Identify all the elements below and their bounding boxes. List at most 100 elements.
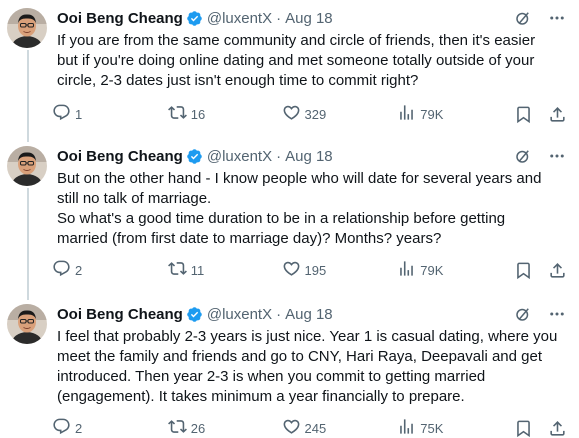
author-handle[interactable]: @luxentX xyxy=(207,10,272,27)
header-actions xyxy=(513,146,567,166)
author-name[interactable]: Ooi Beng Cheang xyxy=(57,148,183,165)
tweet-text-line: But on the other hand - I know people wh… xyxy=(57,170,542,187)
views-count: 79K xyxy=(420,262,444,278)
reply-button[interactable]: 2 xyxy=(52,417,168,438)
tweet-text-line: circle, 2-3 dates just isn't enough time… xyxy=(57,72,419,89)
tweet[interactable]: Ooi Beng Cheang @luxentX · Aug 18 But on… xyxy=(0,138,579,300)
reply-button[interactable]: 1 xyxy=(52,103,168,125)
author-handle[interactable]: @luxentX xyxy=(207,148,272,165)
tweet-date[interactable]: Aug 18 xyxy=(285,10,333,27)
tweet-header: Ooi Beng Cheang @luxentX · Aug 18 xyxy=(57,304,571,324)
repost-count: 16 xyxy=(190,106,206,122)
tweet-text-line: meet the family and friends and go to CN… xyxy=(57,348,542,365)
reply-count: 2 xyxy=(75,420,83,436)
verified-badge-icon xyxy=(186,10,203,27)
heart-icon xyxy=(282,417,301,438)
tweet[interactable]: Ooi Beng Cheang @luxentX · Aug 18 I feel… xyxy=(0,296,579,438)
share-icon[interactable] xyxy=(547,104,567,124)
reply-icon xyxy=(52,417,71,438)
tweet-text-line: So what's a good time duration to be in … xyxy=(57,210,506,227)
heart-icon xyxy=(282,103,301,125)
tweet-action-bar: 1 16 329 79K xyxy=(52,103,567,125)
bookmark-icon[interactable] xyxy=(513,418,533,438)
tweet-header: Ooi Beng Cheang @luxentX · Aug 18 xyxy=(57,8,571,28)
reply-icon xyxy=(52,259,71,281)
repost-button[interactable]: 11 xyxy=(167,259,282,281)
header-separator: · xyxy=(276,9,282,27)
views-count: 75K xyxy=(420,420,444,436)
tweet-header: Ooi Beng Cheang @luxentX · Aug 18 xyxy=(57,146,571,166)
views-button[interactable]: 79K xyxy=(397,103,513,125)
views-chart-icon xyxy=(397,417,416,438)
thread-connector-line xyxy=(27,138,29,142)
more-options-icon[interactable] xyxy=(547,304,567,324)
tweet[interactable]: Ooi Beng Cheang @luxentX · Aug 18 If you… xyxy=(0,0,579,142)
bookmark-icon[interactable] xyxy=(513,260,533,280)
views-chart-icon xyxy=(397,103,416,125)
reply-count: 2 xyxy=(75,262,83,278)
views-button[interactable]: 75K xyxy=(397,417,513,438)
thread-connector-line xyxy=(27,188,29,300)
secondary-actions xyxy=(513,260,567,280)
secondary-actions xyxy=(513,418,567,438)
more-options-icon[interactable] xyxy=(547,146,567,166)
tweet-action-bar: 2 11 195 79K xyxy=(52,259,567,281)
tweet-text: If you are from the same community and c… xyxy=(57,31,569,91)
tweet-text-line: introduced. Then year 2-3 is when you co… xyxy=(57,368,486,385)
verified-badge-icon xyxy=(186,306,203,323)
tweet-action-bar: 2 26 245 75K xyxy=(52,417,567,438)
repost-icon xyxy=(167,259,187,281)
heart-icon xyxy=(282,259,301,281)
tweet-text-line: I feel that probably 2-3 years is just n… xyxy=(57,328,558,345)
tweet-text-line: still no talk of marriage. xyxy=(57,190,212,207)
tweet-text: But on the other hand - I know people wh… xyxy=(57,169,569,249)
repost-button[interactable]: 16 xyxy=(167,103,282,125)
avatar[interactable] xyxy=(7,304,47,344)
thread-connector-line xyxy=(27,50,29,142)
more-options-icon[interactable] xyxy=(547,8,567,28)
views-button[interactable]: 79K xyxy=(397,259,513,281)
author-name[interactable]: Ooi Beng Cheang xyxy=(57,10,183,27)
tweet-text-line: but if you're doing online dating and me… xyxy=(57,52,535,69)
tweet-date[interactable]: Aug 18 xyxy=(285,148,333,165)
reply-button[interactable]: 2 xyxy=(52,259,168,281)
author-handle[interactable]: @luxentX xyxy=(207,306,272,323)
like-count: 195 xyxy=(304,262,327,278)
like-button[interactable]: 329 xyxy=(282,103,398,125)
tweet-date[interactable]: Aug 18 xyxy=(285,306,333,323)
repost-icon xyxy=(167,103,187,125)
views-count: 79K xyxy=(420,106,444,122)
grok-icon[interactable] xyxy=(513,304,533,324)
reply-count: 1 xyxy=(75,106,83,122)
header-actions xyxy=(513,304,567,324)
bookmark-icon[interactable] xyxy=(513,104,533,124)
tweet-text: I feel that probably 2-3 years is just n… xyxy=(57,327,569,407)
header-actions xyxy=(513,8,567,28)
header-separator: · xyxy=(276,305,282,323)
grok-icon[interactable] xyxy=(513,146,533,166)
reply-icon xyxy=(52,103,71,125)
repost-icon xyxy=(167,417,187,438)
verified-badge-icon xyxy=(186,148,203,165)
author-name[interactable]: Ooi Beng Cheang xyxy=(57,306,183,323)
share-icon[interactable] xyxy=(547,418,567,438)
like-button[interactable]: 245 xyxy=(282,417,398,438)
like-button[interactable]: 195 xyxy=(282,259,398,281)
secondary-actions xyxy=(513,104,567,124)
tweet-text-line: (engagement). It takes minimum a year fi… xyxy=(57,388,465,405)
views-chart-icon xyxy=(397,259,416,281)
avatar[interactable] xyxy=(7,146,47,186)
tweet-text-line: If you are from the same community and c… xyxy=(57,32,536,49)
header-separator: · xyxy=(276,147,282,165)
like-count: 329 xyxy=(304,106,327,122)
tweet-text-line: married (from first date to marriage day… xyxy=(57,230,442,247)
thread-connector-line xyxy=(27,296,29,300)
like-count: 245 xyxy=(304,420,327,436)
share-icon[interactable] xyxy=(547,260,567,280)
thread-feed: Ooi Beng Cheang @luxentX · Aug 18 If you… xyxy=(0,0,579,438)
repost-count: 26 xyxy=(190,420,206,436)
repost-count: 11 xyxy=(190,262,205,278)
avatar[interactable] xyxy=(7,8,47,48)
repost-button[interactable]: 26 xyxy=(167,417,282,438)
grok-icon[interactable] xyxy=(513,8,533,28)
